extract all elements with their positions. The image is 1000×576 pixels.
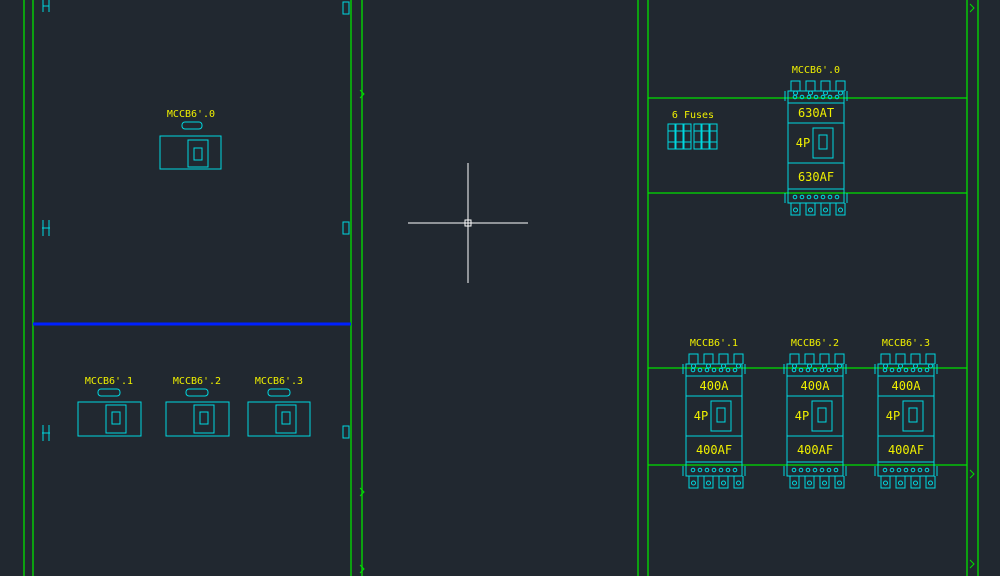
poles-label: 4P [796,136,810,150]
trip-rating-label: 630AT [798,106,834,120]
breaker-tag-label: MCCB6'.2 [173,376,221,387]
breaker-tag-label: MCCB6'.2 [791,338,839,349]
frame-rating-label: 630AF [798,170,834,184]
breaker-tag-label: MCCB6'.1 [690,338,738,349]
fuses-label: 6 Fuses [672,110,714,121]
cad-drawing-canvas[interactable]: MCCB6'.0 MCCB6'.1 MCCB6'.2 MCCB6'.3 6 Fu… [0,0,1000,576]
breaker-tag-label: MCCB6'.0 [792,65,840,76]
trip-rating-label: 400A [892,379,922,393]
breaker-tag-label: MCCB6'.1 [85,376,133,387]
breaker-tag-label: MCCB6'.0 [167,109,215,120]
frame-rating-label: 400AF [888,443,924,457]
trip-rating-label: 400A [700,379,730,393]
poles-label: 4P [694,409,708,423]
frame-rating-label: 400AF [696,443,732,457]
frame-rating-label: 400AF [797,443,833,457]
trip-rating-label: 400A [801,379,831,393]
poles-label: 4P [795,409,809,423]
breaker-tag-label: MCCB6'.3 [255,376,303,387]
breaker-tag-label: MCCB6'.3 [882,338,930,349]
model-space-background [0,0,1000,576]
poles-label: 4P [886,409,900,423]
